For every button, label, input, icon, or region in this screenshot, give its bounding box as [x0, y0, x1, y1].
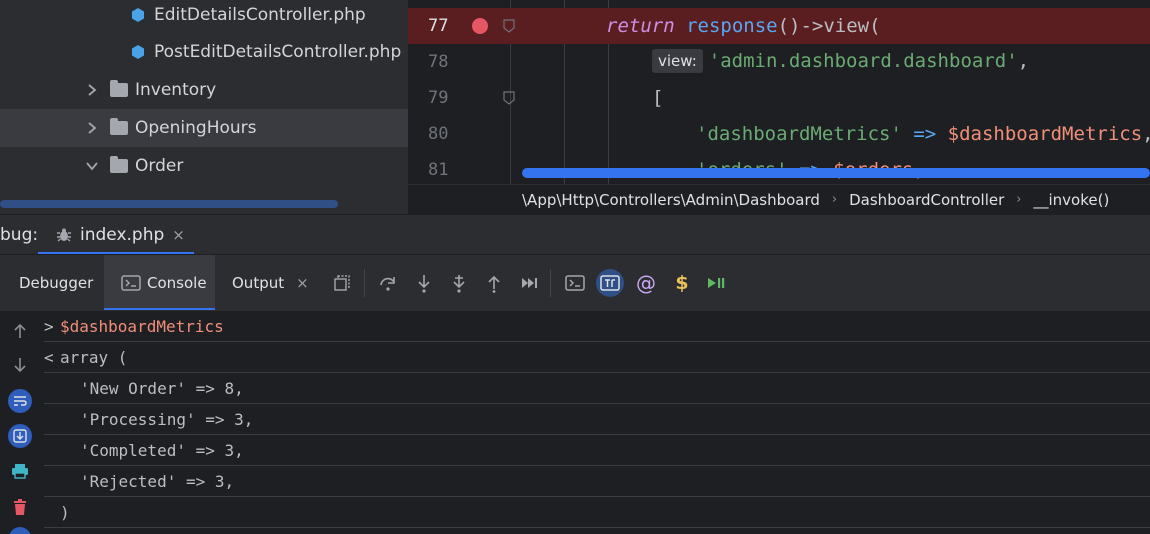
- breadcrumb-class[interactable]: DashboardController: [849, 191, 1004, 209]
- console-output-line: 'Processing' => 3,: [44, 404, 1150, 435]
- toolbar-separator: [550, 269, 551, 297]
- console-output-line: ): [44, 497, 1150, 528]
- tab-console[interactable]: Console: [104, 255, 215, 311]
- tree-item-label: PostEditDetailsController.php: [154, 42, 402, 62]
- output-text: array (: [60, 347, 128, 367]
- tab-debugger[interactable]: Debugger: [0, 255, 104, 311]
- code-text: return response()->view(: [606, 15, 881, 37]
- fold-marker-icon[interactable]: [503, 19, 515, 33]
- tree-item-file[interactable]: EditDetailsController.php: [0, 0, 408, 34]
- step-over-icon[interactable]: [376, 271, 400, 295]
- chevron-right-icon: ›: [831, 192, 838, 207]
- soft-wrap-icon[interactable]: [8, 389, 32, 413]
- line-number: 79: [428, 88, 449, 108]
- debug-tab-label: index.php: [80, 225, 165, 245]
- step-out-icon[interactable]: [482, 271, 506, 295]
- console-output-line: 'New Order' => 8,: [44, 373, 1150, 404]
- fold-marker-icon[interactable]: [503, 91, 515, 105]
- tree-item-label: Inventory: [135, 80, 217, 100]
- tree-item-folder-order[interactable]: Order: [0, 147, 408, 185]
- editor-horizontal-scrollbar[interactable]: [522, 168, 1150, 178]
- chevron-right-icon[interactable]: [84, 82, 100, 98]
- bug-icon: [57, 228, 71, 242]
- breadcrumb-method[interactable]: __invoke(): [1034, 191, 1110, 209]
- input-prompt: >: [44, 316, 54, 336]
- chevron-right-icon[interactable]: [84, 120, 100, 136]
- scroll-to-end-icon[interactable]: [8, 424, 32, 448]
- console-output-line: 'Completed' => 3,: [44, 435, 1150, 466]
- tab-output[interactable]: Output ×: [232, 255, 322, 311]
- code-text: [: [652, 87, 664, 109]
- step-into-icon[interactable]: [412, 271, 436, 295]
- tree-item-folder-openinghours[interactable]: OpeningHours: [0, 109, 408, 147]
- folder-icon: [110, 156, 128, 173]
- output-text: 'Processing' => 3,: [80, 409, 254, 429]
- tab-label: Output: [232, 274, 285, 292]
- debug-toolbar: Debugger Console Output × @ $: [0, 254, 1150, 311]
- breakpoint-icon[interactable]: [472, 18, 488, 34]
- toolbar-separator: [364, 269, 365, 297]
- tab-label: Debugger: [19, 274, 94, 292]
- code-line[interactable]: 78 view:'admin.dashboard.dashboard',: [408, 44, 1150, 80]
- php-debug-toggle-icon[interactable]: [596, 269, 624, 297]
- output-text: 'New Order' => 8,: [80, 378, 244, 398]
- debug-tool-window-label: bug:: [0, 225, 39, 245]
- console-output-line: < array (: [44, 342, 1150, 373]
- console-output-line: 'Rejected' => 3,: [44, 466, 1150, 497]
- trash-icon[interactable]: [8, 495, 32, 519]
- debug-tab-strip: bug: index.php ×: [0, 214, 1150, 255]
- watch-at-icon[interactable]: @: [634, 271, 658, 295]
- terminal-icon: [121, 275, 141, 291]
- output-prompt: <: [44, 347, 54, 367]
- arrow-down-icon[interactable]: [8, 353, 32, 377]
- close-icon[interactable]: ×: [172, 226, 185, 244]
- tree-item-label: OpeningHours: [135, 118, 257, 138]
- console-command: $dashboardMetrics: [60, 316, 224, 336]
- tree-item-folder-inventory[interactable]: Inventory: [0, 71, 408, 109]
- output-text: 'Completed' => 3,: [80, 440, 244, 460]
- code-line[interactable]: 79 [: [408, 80, 1150, 116]
- debug-session-tab[interactable]: index.php ×: [38, 215, 194, 255]
- print-icon[interactable]: [8, 459, 32, 483]
- folder-icon: [110, 80, 128, 97]
- tree-horizontal-scrollbar[interactable]: [0, 200, 338, 208]
- close-icon[interactable]: ×: [296, 274, 309, 292]
- folder-icon: [110, 118, 128, 135]
- project-tree: EditDetailsController.php PostEditDetail…: [0, 0, 408, 212]
- restore-layout-icon[interactable]: [330, 271, 354, 295]
- console-side-toolbar: [0, 311, 40, 534]
- arrow-up-icon[interactable]: [8, 319, 32, 343]
- line-number: 80: [428, 124, 449, 144]
- variable-dollar-icon[interactable]: $: [670, 271, 694, 295]
- terminal-icon[interactable]: [563, 271, 587, 295]
- php-class-icon: [132, 45, 144, 59]
- force-step-into-icon[interactable]: [447, 271, 471, 295]
- tree-item-file[interactable]: PostEditDetailsController.php: [0, 33, 408, 71]
- code-line[interactable]: 80 'dashboardMetrics' => $dashboardMetri…: [408, 116, 1150, 152]
- code-line[interactable]: 77 return response()->view(: [408, 8, 1150, 44]
- console-input-line: > $dashboardMetrics: [44, 311, 1150, 342]
- line-number: 77: [428, 16, 449, 36]
- line-number: 78: [428, 52, 449, 72]
- tree-item-label: Order: [135, 156, 184, 176]
- breadcrumb: \App\Http\Controllers\Admin\Dashboard › …: [408, 184, 1150, 214]
- output-text: ): [60, 502, 70, 522]
- resume-program-icon[interactable]: [704, 271, 728, 295]
- chevron-down-icon[interactable]: [84, 158, 100, 174]
- code-text: 'dashboardMetrics' => $dashboardMetrics,: [696, 123, 1150, 145]
- php-class-icon: [132, 8, 144, 22]
- settings-icon[interactable]: [9, 527, 31, 534]
- line-number: 81: [428, 160, 449, 180]
- output-text: 'Rejected' => 3,: [80, 471, 235, 491]
- chevron-right-icon: ›: [1016, 192, 1022, 207]
- debug-console[interactable]: > $dashboardMetrics < array ( 'New Order' …: [0, 310, 1150, 534]
- code-text: view:'admin.dashboard.dashboard',: [652, 49, 1029, 74]
- tab-label: Console: [147, 274, 207, 292]
- parameter-hint: view:: [652, 49, 703, 73]
- code-editor[interactable]: 77 return response()->view( 78 view:'adm…: [408, 0, 1150, 184]
- tree-item-label: EditDetailsController.php: [154, 5, 366, 25]
- breadcrumb-namespace[interactable]: \App\Http\Controllers\Admin\Dashboard: [522, 191, 820, 209]
- run-to-cursor-icon[interactable]: [517, 271, 541, 295]
